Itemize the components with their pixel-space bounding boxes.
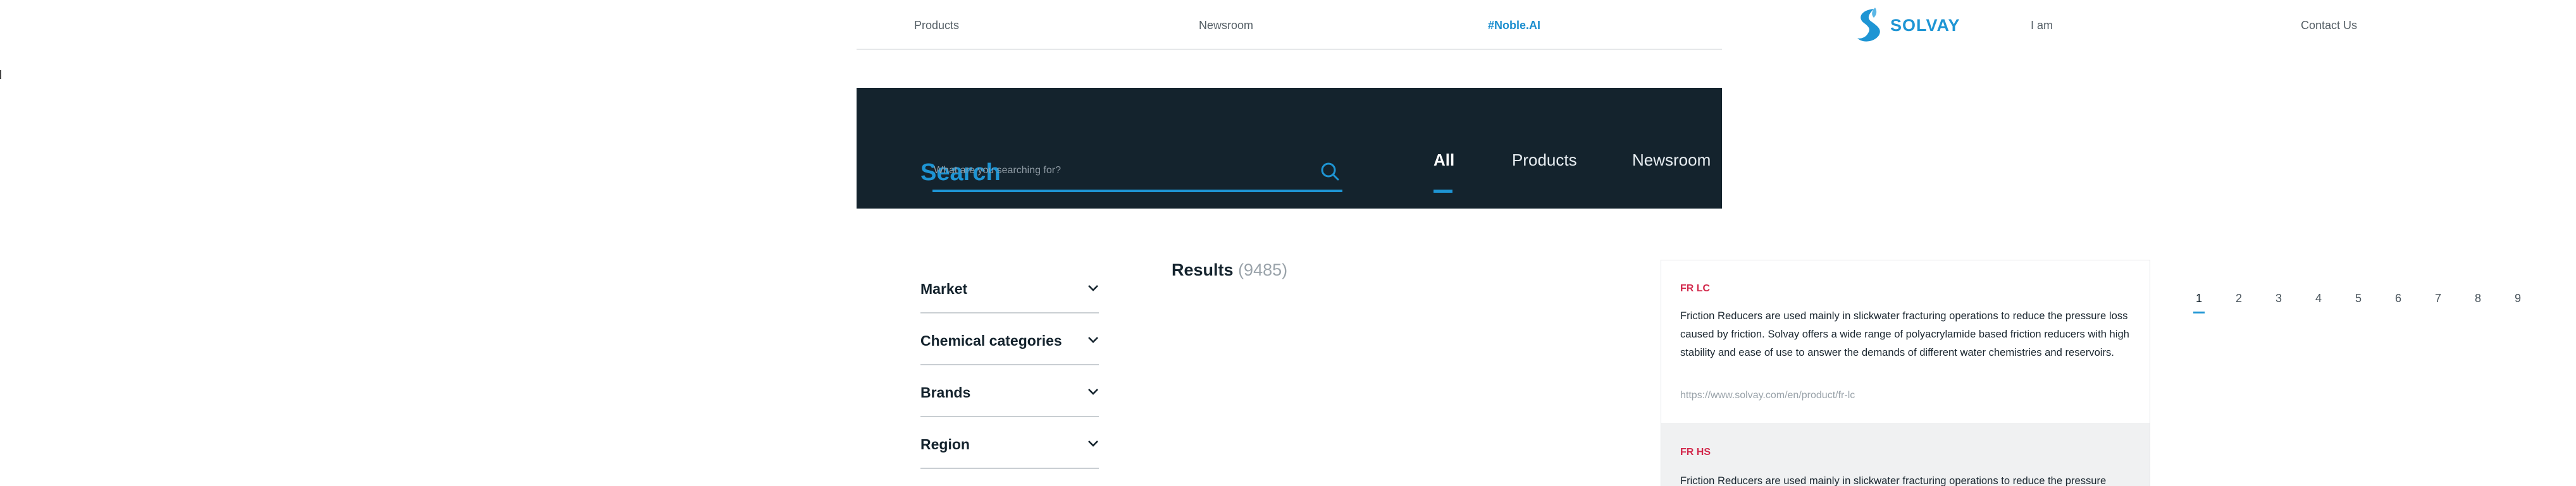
results-count: (9485)	[1238, 260, 1288, 279]
chevron-down-icon	[1088, 285, 1098, 291]
tab-products[interactable]: Products	[1512, 150, 1577, 170]
active-tab-indicator	[1434, 190, 1452, 193]
chevron-down-icon	[1088, 389, 1098, 395]
results-label: Results	[1172, 260, 1234, 279]
results-heading: Results (9485)	[1172, 260, 1287, 280]
filter-label: Brands	[920, 384, 971, 401]
results-list: FR LC Friction Reducers are used mainly …	[1661, 260, 2150, 486]
page-5[interactable]: 5	[2349, 292, 2368, 305]
search-input[interactable]	[932, 159, 1321, 182]
nav-link-newsroom[interactable]: Newsroom	[1199, 19, 1253, 32]
result-url[interactable]: https://www.solvay.com/en/product/fr-lc	[1680, 390, 1855, 401]
page-9[interactable]: 9	[2508, 292, 2527, 305]
result-card: FR HS Friction Reducers are used mainly …	[1661, 423, 2150, 486]
search-icon[interactable]	[1320, 161, 1340, 181]
solvay-logo-mark-icon	[1857, 8, 1880, 42]
result-description: Friction Reducers are used mainly in sli…	[1680, 475, 2107, 486]
logo-wordmark: SOLVAY	[1890, 15, 1960, 35]
result-description: Friction Reducers are used mainly in sli…	[1680, 310, 2129, 358]
result-title[interactable]: FR HS	[1680, 447, 1711, 458]
tab-all[interactable]: All	[1434, 150, 1454, 170]
filter-label: Region	[920, 436, 970, 453]
tab-newsroom[interactable]: Newsroom	[1632, 150, 1711, 170]
solvay-logo[interactable]: SOLVAY	[1855, 6, 1960, 44]
filter-label: Market	[920, 281, 968, 297]
result-title[interactable]: FR LC	[1680, 283, 1710, 295]
page-8[interactable]: 8	[2468, 292, 2487, 305]
current-page-indicator	[2193, 312, 2205, 313]
nav-divider	[857, 49, 1722, 50]
nav-link-i-am[interactable]: I am	[2031, 19, 2053, 32]
filter-brands[interactable]: Brands	[920, 364, 1099, 417]
search-input-underline	[932, 190, 1342, 192]
page-4[interactable]: 4	[2309, 292, 2328, 305]
nav-link-products[interactable]: Products	[914, 19, 959, 32]
page-3[interactable]: 3	[2269, 292, 2288, 305]
page-1[interactable]: 1	[2189, 292, 2208, 305]
text-cursor-mark	[0, 70, 3, 79]
page-2[interactable]: 2	[2229, 292, 2248, 305]
result-card: FR LC Friction Reducers are used mainly …	[1661, 260, 2150, 423]
filter-chemical-categories[interactable]: Chemical categories	[920, 312, 1099, 365]
chevron-down-icon	[1088, 440, 1098, 447]
filter-label: Chemical categories	[920, 332, 1062, 349]
nav-link-contact-us[interactable]: Contact Us	[2301, 19, 2357, 32]
nav-link-noble-ai[interactable]: #Noble.AI	[1488, 19, 1540, 32]
page-7[interactable]: 7	[2429, 292, 2448, 305]
chevron-down-icon	[1088, 337, 1098, 343]
filter-region[interactable]: Region	[920, 416, 1099, 469]
filter-market[interactable]: Market	[920, 260, 1099, 313]
page-6[interactable]: 6	[2389, 292, 2408, 305]
